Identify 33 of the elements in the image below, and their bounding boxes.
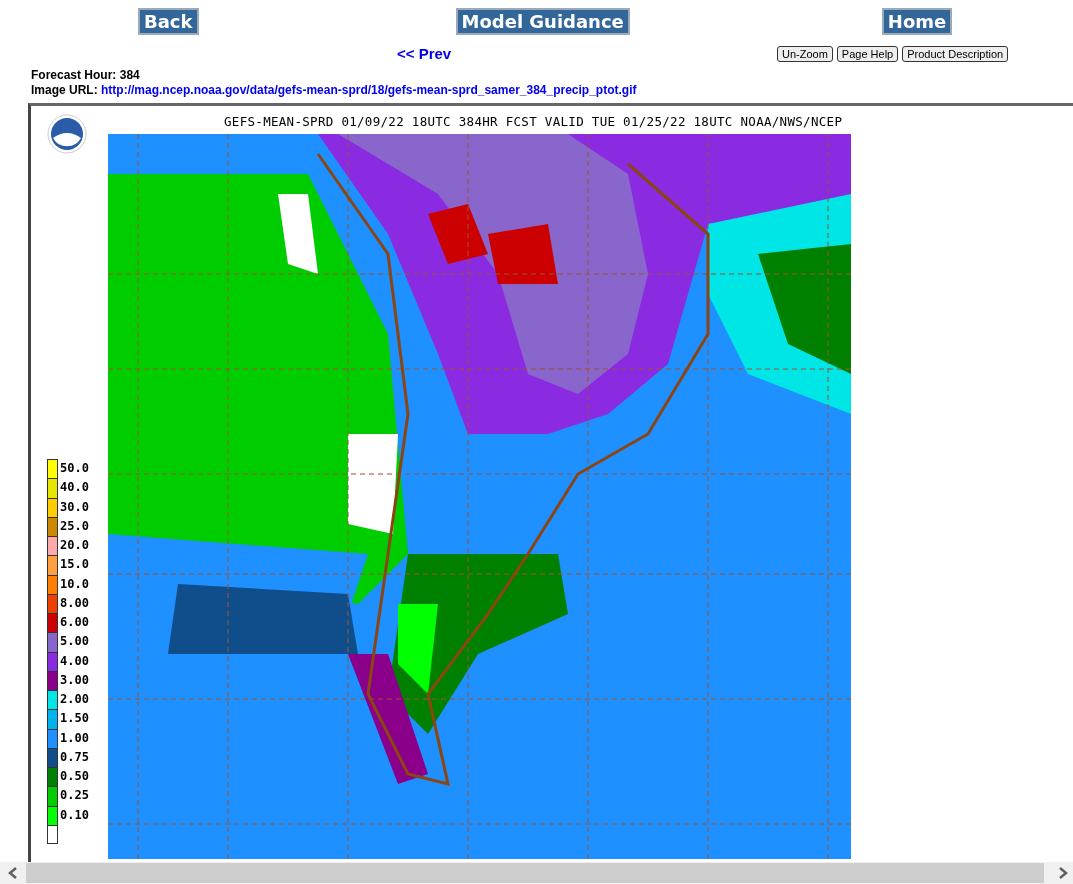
horizontal-scrollbar[interactable] [0, 862, 1073, 884]
legend-label: 15.0 [60, 558, 89, 571]
legend-label: 25.0 [60, 519, 89, 532]
legend-label: 0.75 [60, 750, 89, 763]
forecast-hour-value: 384 [119, 68, 140, 82]
forecast-hour-label: Forecast Hour: [31, 68, 117, 82]
nav-button[interactable]: Model Guidance [455, 8, 630, 35]
legend-label: 0.10 [60, 808, 89, 821]
nav-button[interactable]: Home [881, 8, 953, 35]
tool-button[interactable]: Page Help [836, 46, 899, 62]
image-url-link[interactable]: http://mag.ncep.noaa.gov/data/gefs-mean-sprd/18/gefs-mean-sprd_samer_384_precip_ptot.gif [101, 83, 637, 97]
legend-label: 4.00 [60, 654, 89, 667]
legend-label: 2.00 [60, 693, 89, 705]
legend-label: 30.0 [60, 500, 89, 513]
legend-label: 40.0 [60, 481, 89, 494]
legend-label: 8.00 [60, 596, 89, 609]
map-title: GEFS-MEAN-SPRD 01/09/22 18UTC 384HR FCST VALID TUE 01/25/22 18UTC NOAA/NWS/NCEP [224, 114, 844, 131]
legend-label: 5.00 [60, 635, 89, 648]
prev-link[interactable]: << Prev [397, 45, 452, 62]
legend-label: 3.00 [60, 673, 89, 686]
image-url-label: Image URL: [31, 83, 98, 97]
legend-label: 1.50 [60, 712, 89, 725]
tool-button[interactable]: Un-Zoom [777, 46, 833, 62]
logo-icon [47, 114, 87, 154]
nav-button[interactable]: Back [138, 8, 199, 35]
legend-label: 20.0 [60, 539, 89, 551]
legend-label: 0.25 [60, 789, 89, 802]
tool-button[interactable]: Product Description [902, 46, 1009, 62]
legend-label: 1.00 [60, 731, 89, 744]
legend-label: 50.0 [60, 462, 89, 474]
legend-label: 10.0 [60, 577, 89, 590]
legend-label: 6.00 [60, 616, 89, 628]
legend-label: 0.50 [60, 770, 89, 782]
